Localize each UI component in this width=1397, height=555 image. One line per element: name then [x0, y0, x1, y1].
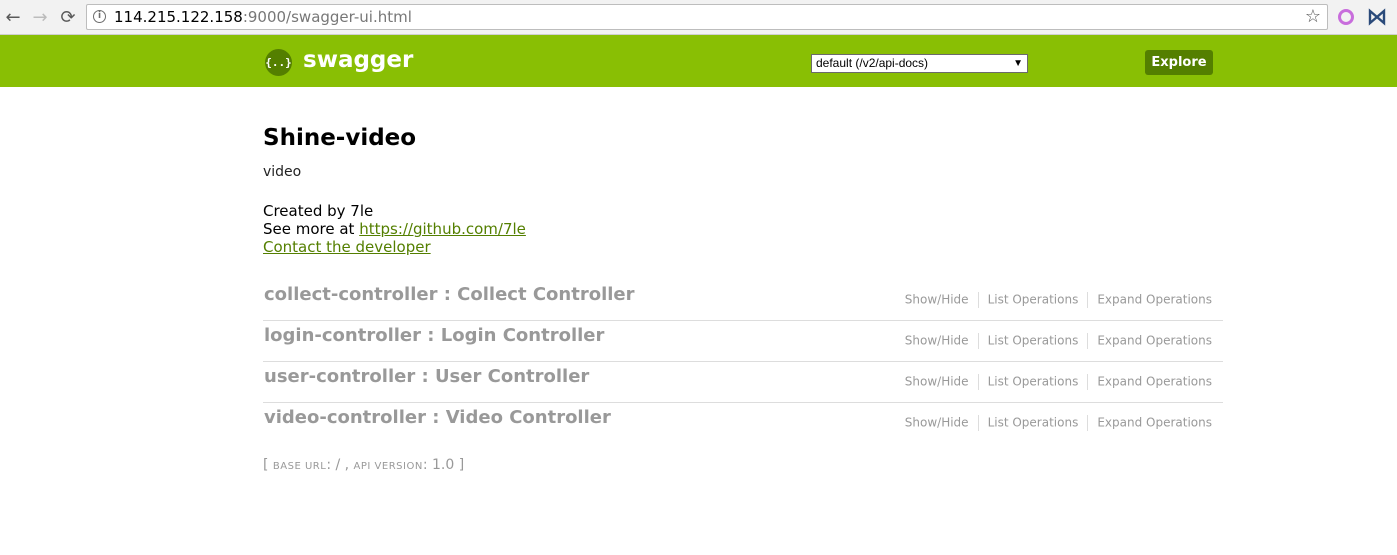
resource-operations: Show/Hide List Operations Expand Operation…	[905, 292, 1212, 308]
divider	[977, 374, 979, 390]
star-icon[interactable]: ☆	[1305, 6, 1321, 27]
divider	[1087, 292, 1089, 308]
github-link[interactable]: https://github.com/7le	[359, 220, 526, 238]
list-operations-link[interactable]: List Operations	[988, 375, 1079, 389]
expand-operations-link[interactable]: Expand Operations	[1097, 293, 1212, 307]
resource-video-controller: video-controller : Video Controller Show…	[263, 403, 1223, 443]
browser-toolbar: ← → ⟳ i 114.215.122.158:9000/swagger-ui.…	[0, 0, 1397, 35]
divider	[977, 333, 979, 349]
expand-operations-link[interactable]: Expand Operations	[1097, 416, 1212, 430]
spec-select[interactable]: default (/v2/api-docs) ▼	[811, 54, 1028, 73]
list-operations-link[interactable]: List Operations	[988, 416, 1079, 430]
divider	[977, 292, 979, 308]
reload-icon[interactable]: ⟳	[57, 7, 79, 29]
resource-user-controller: user-controller : User Controller Show/H…	[263, 362, 1223, 403]
swagger-logo-icon[interactable]: {..}	[265, 49, 292, 76]
show-hide-link[interactable]: Show/Hide	[905, 334, 969, 348]
url-path: :9000/swagger-ui.html	[242, 8, 412, 26]
created-by: Created by 7le	[263, 202, 374, 220]
api-footer: [ BASE URL: / , API VERSION: 1.0 ]	[263, 457, 464, 473]
url-host: 114.215.122.158	[114, 8, 243, 26]
address-bar[interactable]: i 114.215.122.158:9000/swagger-ui.html ☆	[86, 4, 1328, 30]
resource-login-controller: login-controller : Login Controller Show…	[263, 321, 1223, 362]
expand-operations-link[interactable]: Expand Operations	[1097, 375, 1212, 389]
url-text[interactable]: 114.215.122.158:9000/swagger-ui.html	[114, 8, 412, 26]
divider	[1087, 333, 1089, 349]
explore-button[interactable]: Explore	[1145, 50, 1213, 75]
swagger-logo-text[interactable]: swagger	[303, 47, 413, 73]
spec-select-value: default (/v2/api-docs)	[816, 56, 929, 70]
resource-operations: Show/Hide List Operations Expand Operation…	[905, 415, 1212, 431]
list-operations-link[interactable]: List Operations	[988, 293, 1079, 307]
expand-operations-link[interactable]: Expand Operations	[1097, 334, 1212, 348]
divider	[977, 415, 979, 431]
resource-collect-controller: collect-controller : Collect Controller …	[263, 280, 1223, 321]
see-more-prefix: See more at	[263, 220, 360, 238]
resource-name[interactable]: user-controller : User Controller	[264, 366, 589, 387]
api-version-value: : 1.0 ]	[422, 457, 465, 473]
extension-bowtie-icon[interactable]	[1368, 8, 1386, 26]
resource-name[interactable]: video-controller : Video Controller	[264, 407, 611, 428]
resource-list: collect-controller : Collect Controller …	[263, 280, 1223, 443]
show-hide-link[interactable]: Show/Hide	[905, 416, 969, 430]
resource-operations: Show/Hide List Operations Expand Operation…	[905, 333, 1212, 349]
see-more: See more at https://github.com/7le	[263, 220, 526, 238]
divider	[1087, 374, 1089, 390]
dropdown-arrow-icon: ▼	[1013, 58, 1023, 69]
resource-name[interactable]: collect-controller : Collect Controller	[264, 284, 635, 305]
show-hide-link[interactable]: Show/Hide	[905, 375, 969, 389]
base-url-value: : / ,	[326, 457, 354, 473]
list-operations-link[interactable]: List Operations	[988, 334, 1079, 348]
api-description: video	[263, 164, 302, 180]
forward-arrow-icon[interactable]: →	[29, 7, 51, 29]
resource-operations: Show/Hide List Operations Expand Operation…	[905, 374, 1212, 390]
show-hide-link[interactable]: Show/Hide	[905, 293, 969, 307]
base-url-label: BASE URL	[272, 461, 327, 472]
api-title: Shine-video	[263, 125, 417, 151]
footer-open: [	[263, 457, 273, 473]
api-version-label: API VERSION	[353, 461, 423, 472]
contact-info: Created by 7le See more at https://githu…	[263, 202, 526, 256]
contact-developer-link[interactable]: Contact the developer	[263, 238, 431, 256]
extension-ring-icon[interactable]	[1338, 9, 1354, 25]
divider	[1087, 415, 1089, 431]
swagger-header: {..} swagger default (/v2/api-docs) ▼ Ex…	[0, 35, 1397, 87]
info-icon[interactable]: i	[93, 10, 106, 23]
resource-name[interactable]: login-controller : Login Controller	[264, 325, 604, 346]
contact-line: Contact the developer	[263, 238, 526, 256]
back-arrow-icon[interactable]: ←	[2, 7, 24, 29]
